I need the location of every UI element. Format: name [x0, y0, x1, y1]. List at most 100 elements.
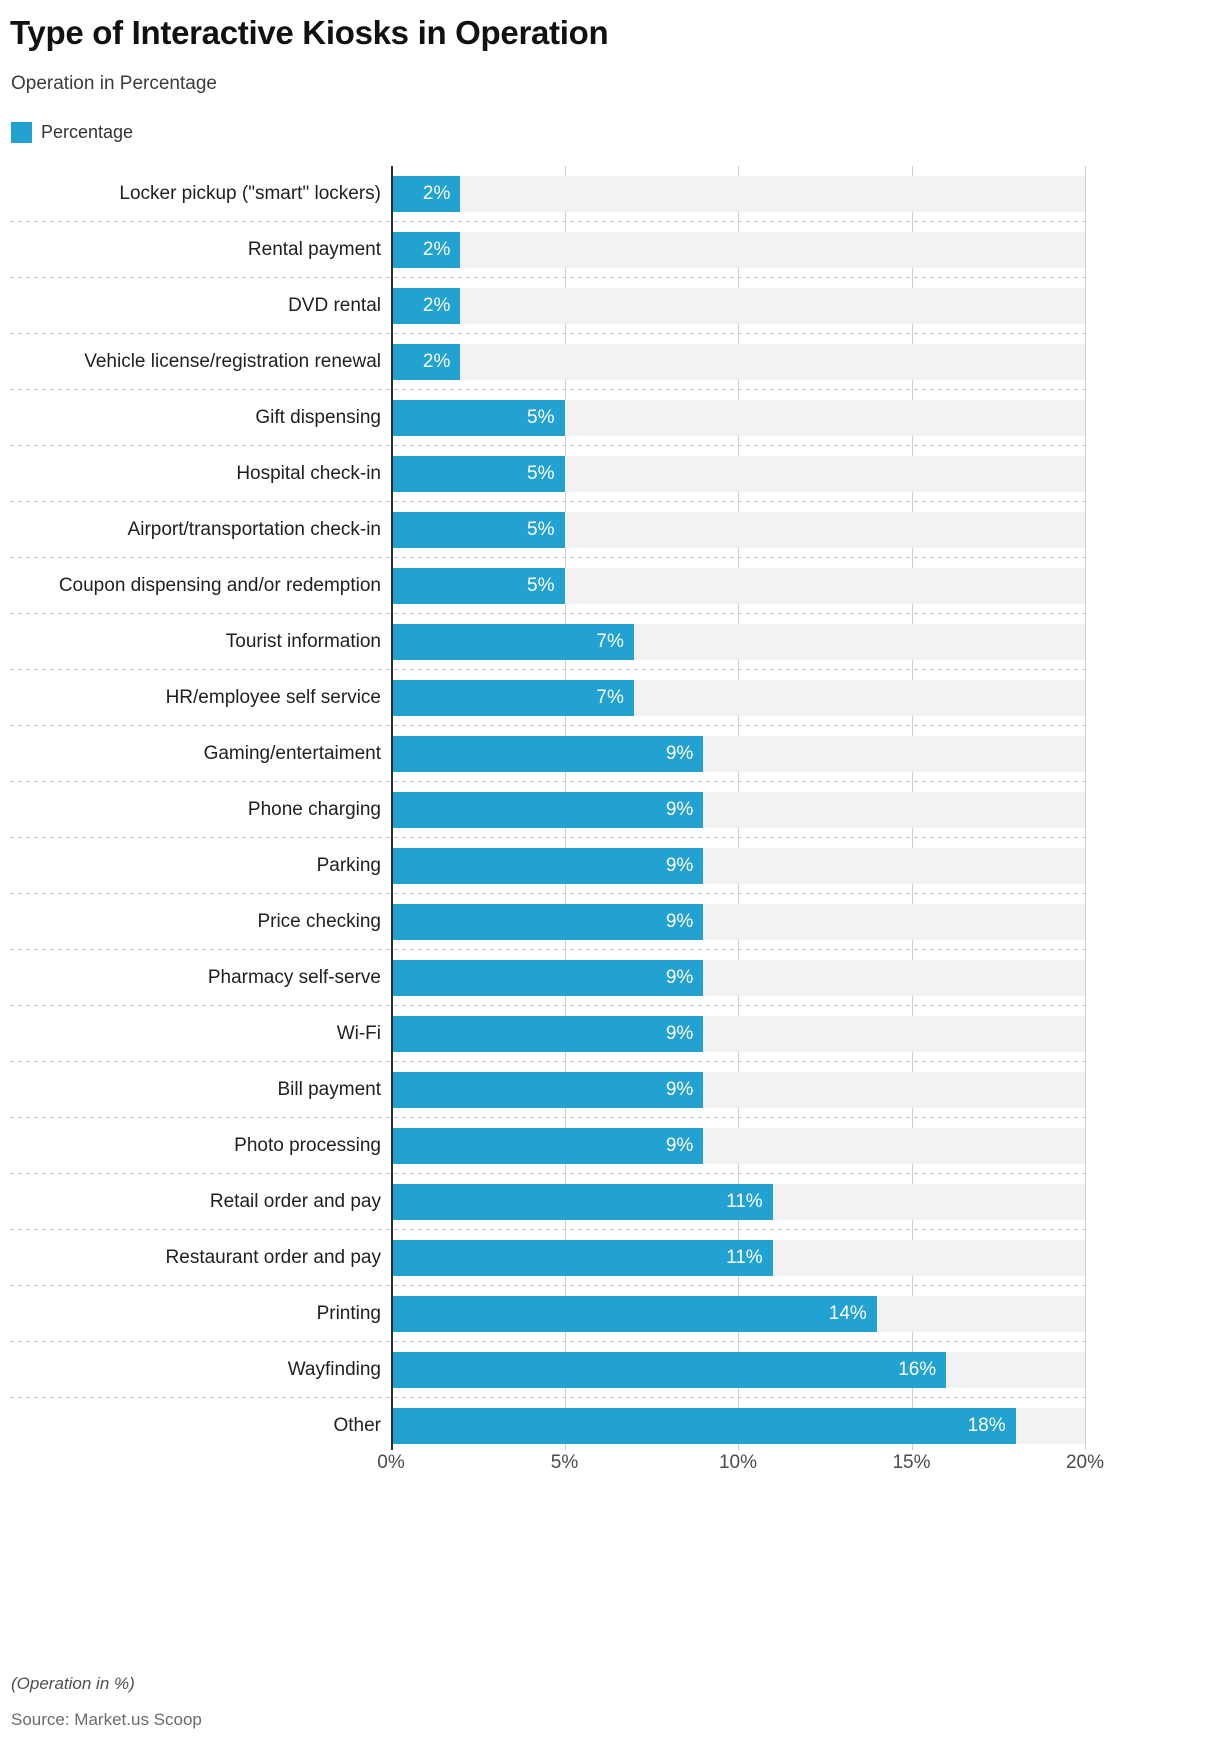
bar-value-label: 9%: [665, 911, 694, 932]
bar[interactable]: [391, 1016, 704, 1052]
bar-value-label: 11%: [726, 1191, 763, 1212]
bar[interactable]: [391, 1184, 773, 1220]
category-label: Parking: [316, 855, 381, 876]
bar-value-label: 2%: [422, 351, 451, 372]
chart-bar-rows: Locker pickup ("smart" lockers) 2% Rental …: [0, 166, 1220, 1450]
category-label: Coupon dispensing and/or redemption: [58, 575, 381, 596]
bar[interactable]: [391, 960, 704, 996]
bar-value-label: 16%: [898, 1359, 937, 1380]
chart-row: Locker pickup ("smart" lockers) 2%: [0, 166, 1220, 222]
chart-row: Hospital check-in 5%: [0, 446, 1220, 502]
bar-value-label: 18%: [967, 1415, 1006, 1436]
chart-row: Pharmacy self-serve 9%: [0, 950, 1220, 1006]
category-label: Hospital check-in: [236, 463, 381, 484]
row-separator: [10, 949, 1085, 950]
category-label: Pharmacy self-serve: [207, 967, 381, 988]
row-separator: [10, 333, 1085, 334]
bar-track: [391, 344, 1085, 380]
bar[interactable]: [391, 1296, 877, 1332]
row-separator: [10, 725, 1085, 726]
bar-track: [391, 232, 1085, 268]
row-separator: [10, 1173, 1085, 1174]
category-label: Wi-Fi: [336, 1023, 381, 1044]
row-separator: [10, 501, 1085, 502]
bar[interactable]: [391, 1408, 1016, 1444]
bar-track: [391, 176, 1085, 212]
chart-row: Vehicle license/registration renewal 2%: [0, 334, 1220, 390]
bar[interactable]: [391, 848, 704, 884]
category-label: Restaurant order and pay: [165, 1247, 381, 1268]
row-separator: [10, 1005, 1085, 1006]
legend-label-percentage: Percentage: [41, 122, 134, 142]
row-separator: [10, 1061, 1085, 1062]
chart-row: Phone charging 9%: [0, 782, 1220, 838]
chart-legend: Percentage: [11, 122, 133, 143]
bar-value-label: 9%: [665, 855, 694, 876]
bar[interactable]: [391, 904, 704, 940]
chart-row: Gift dispensing 5%: [0, 390, 1220, 446]
chart-row: Airport/transportation check-in 5%: [0, 502, 1220, 558]
chart-row: Other 18%: [0, 1398, 1220, 1454]
chart-row: DVD rental 2%: [0, 278, 1220, 334]
bar[interactable]: [391, 792, 704, 828]
row-separator: [10, 669, 1085, 670]
row-separator: [10, 277, 1085, 278]
row-separator: [10, 1229, 1085, 1230]
bar-value-label: 2%: [422, 239, 451, 260]
row-separator: [10, 445, 1085, 446]
chart-row: Price checking 9%: [0, 894, 1220, 950]
row-separator: [10, 1117, 1085, 1118]
bar[interactable]: [391, 1128, 704, 1164]
category-label: Tourist information: [225, 631, 381, 652]
x-tick-label: 0%: [377, 1452, 405, 1473]
category-label: Wayfinding: [287, 1359, 381, 1380]
x-tick-label: 5%: [550, 1452, 579, 1473]
footer-source: Source: Market.us Scoop: [11, 1710, 202, 1729]
row-separator: [10, 837, 1085, 838]
bar-value-label: 9%: [665, 799, 694, 820]
bar-value-label: 2%: [422, 295, 451, 316]
chart-row: Parking 9%: [0, 838, 1220, 894]
category-label: Phone charging: [247, 799, 381, 820]
bar[interactable]: [391, 1072, 704, 1108]
category-label: Vehicle license/registration renewal: [84, 351, 381, 372]
chart-row: Bill payment 9%: [0, 1062, 1220, 1118]
category-label: Printing: [316, 1303, 381, 1324]
bar-value-label: 9%: [665, 967, 694, 988]
chart-row: HR/employee self service 7%: [0, 670, 1220, 726]
category-label: Airport/transportation check-in: [127, 519, 381, 540]
row-separator: [10, 893, 1085, 894]
row-separator: [10, 613, 1085, 614]
row-separator: [10, 1341, 1085, 1342]
bar[interactable]: [391, 736, 704, 772]
bar-value-label: 7%: [596, 631, 624, 652]
chart-y-axis-line: [391, 166, 393, 1450]
chart-row: Restaurant order and pay 11%: [0, 1230, 1220, 1286]
category-label: HR/employee self service: [165, 687, 381, 708]
bar-value-label: 9%: [665, 1135, 694, 1156]
legend-swatch-percentage: [11, 122, 32, 143]
row-separator: [10, 221, 1085, 222]
chart-plot-area: Locker pickup ("smart" lockers) 2% Rental …: [0, 166, 1220, 1450]
bar-value-label: 9%: [665, 743, 694, 764]
bar[interactable]: [391, 1352, 947, 1388]
category-label: Retail order and pay: [209, 1191, 381, 1212]
category-label: Gaming/entertaiment: [203, 743, 381, 764]
chart-row: Wi-Fi 9%: [0, 1006, 1220, 1062]
chart-row: Tourist information 7%: [0, 614, 1220, 670]
bar-value-label: 14%: [828, 1303, 867, 1324]
bar-value-label: 5%: [527, 575, 555, 596]
bar-value-label: 9%: [665, 1023, 694, 1044]
chart-page: Type of Interactive Kiosks in Operation …: [0, 0, 1220, 1748]
bar-value-label: 11%: [726, 1247, 763, 1268]
row-separator: [10, 389, 1085, 390]
x-tick-label: 20%: [1065, 1452, 1105, 1473]
bar-value-label: 5%: [527, 519, 555, 540]
bar-value-label: 2%: [422, 183, 451, 204]
x-tick-label: 10%: [718, 1452, 758, 1473]
bar[interactable]: [391, 1240, 773, 1276]
footer-note: (Operation in %): [11, 1674, 135, 1693]
category-label: Bill payment: [277, 1079, 382, 1100]
chart-row: Printing 14%: [0, 1286, 1220, 1342]
bar-value-label: 7%: [596, 687, 624, 708]
